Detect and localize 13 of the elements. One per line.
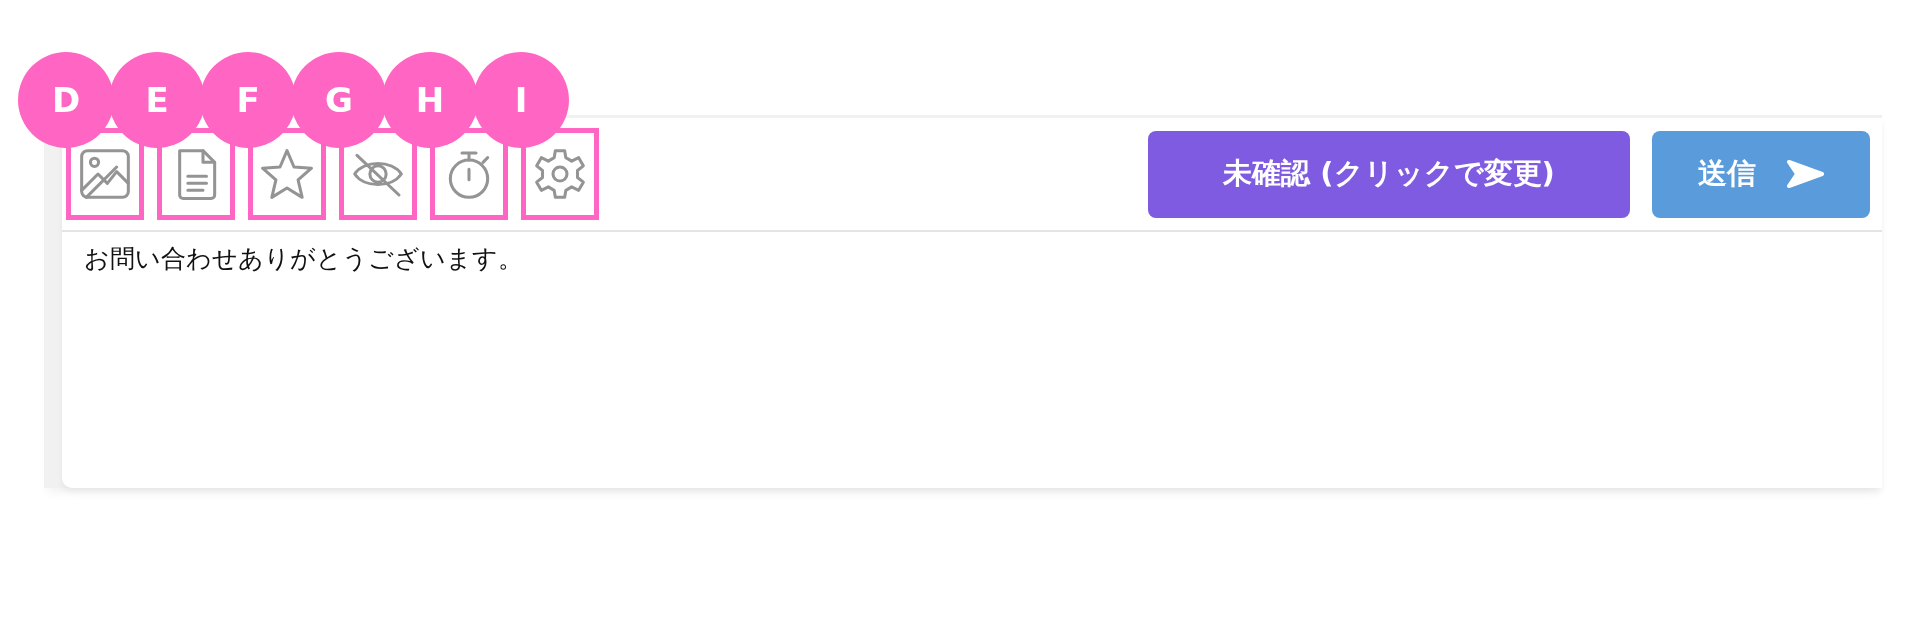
send-arrow-icon [1786, 159, 1824, 189]
callout-badge: E [109, 52, 205, 148]
image-icon[interactable] [77, 146, 133, 202]
callout-badge: F [200, 52, 296, 148]
callout-badge: D [18, 52, 114, 148]
callout-badge: I [473, 52, 569, 148]
send-button[interactable]: 送信 [1652, 130, 1870, 218]
callout-badge: H [382, 52, 478, 148]
star-icon[interactable] [259, 146, 315, 202]
message-field[interactable]: お問い合わせありがとうございます。 [62, 232, 1284, 273]
status-button[interactable]: 未確認 (クリックで変更) [1148, 130, 1630, 218]
settings-icon[interactable] [532, 146, 588, 202]
callout-badge: G [291, 52, 387, 148]
